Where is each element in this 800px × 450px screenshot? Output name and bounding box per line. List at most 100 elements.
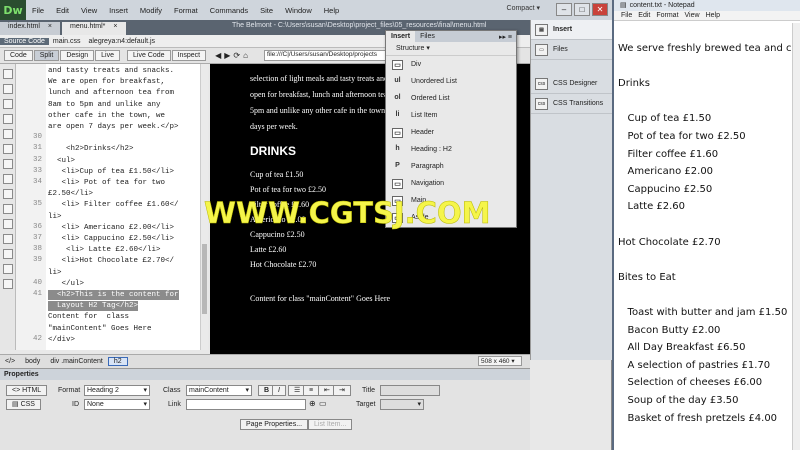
home-icon[interactable]: ⌂ xyxy=(243,51,248,60)
notepad-menu-help[interactable]: Help xyxy=(703,11,723,20)
window-size-select[interactable]: 508 x 460 ▾ xyxy=(478,356,522,366)
list-item-button[interactable]: List Item... xyxy=(308,419,353,430)
tag-code-toggle[interactable]: </> xyxy=(0,358,20,365)
dock-css-designer[interactable]: css CSS Designer xyxy=(531,74,612,94)
italic-button[interactable]: I xyxy=(272,385,286,396)
browse-folder-icon[interactable]: ▭ xyxy=(319,399,327,408)
notepad-menu-format[interactable]: Format xyxy=(653,11,681,20)
live-code-button[interactable]: Live Code xyxy=(127,50,171,61)
code-view-button[interactable]: Code xyxy=(4,50,33,61)
code-editor[interactable]: and tasty treats and snacks. We are open … xyxy=(46,64,208,350)
notepad-menu-view[interactable]: View xyxy=(682,11,703,20)
live-view-button[interactable]: Live xyxy=(95,50,120,61)
html-mode-button[interactable]: <> HTML xyxy=(6,385,48,396)
class-select[interactable]: mainContent ▾ xyxy=(186,385,252,396)
minimize-button[interactable]: – xyxy=(556,3,572,16)
insert-category-select[interactable]: Structure ▾ xyxy=(386,42,516,56)
insert-item-header[interactable]: ▭ Header xyxy=(386,124,516,141)
tab-files[interactable]: Files xyxy=(415,33,440,40)
split-view-button[interactable]: Split xyxy=(33,50,60,61)
insert-item-ordered-list[interactable]: ol Ordered List xyxy=(386,90,516,107)
menu-commands[interactable]: Commands xyxy=(204,6,254,15)
ordered-list-button[interactable]: ≡ xyxy=(303,385,320,396)
related-main-css[interactable]: main.css xyxy=(49,38,85,45)
inspect-button[interactable]: Inspect xyxy=(171,50,207,61)
wrap-tag-icon[interactable] xyxy=(3,219,13,229)
insert-item-div[interactable]: ▭ Div xyxy=(386,56,516,73)
insert-item-navigation[interactable]: ▭ Navigation xyxy=(386,175,516,192)
unordered-list-icon: ☰ xyxy=(294,387,301,394)
insert-item-heading-h2[interactable]: h Heading : H2 xyxy=(386,141,516,158)
tag-div-maincontent[interactable]: div .mainContent xyxy=(45,358,108,365)
menu-edit[interactable]: Edit xyxy=(50,6,75,15)
menu-file[interactable]: File xyxy=(26,6,50,15)
notepad-text-area[interactable]: We serve freshly brewed tea and co Drinks… xyxy=(618,23,794,443)
close-tab-icon[interactable]: × xyxy=(113,23,117,30)
dock-css-transitions[interactable]: css CSS Transitions xyxy=(531,94,612,114)
menu-view[interactable]: View xyxy=(75,6,103,15)
dock-files[interactable]: ▭ Files xyxy=(531,40,612,60)
code-line: Layout H2 Tag</h2> xyxy=(48,301,139,312)
notepad-line: A selection of pastries £1.70 xyxy=(618,359,771,371)
remove-comment-icon[interactable] xyxy=(3,204,13,214)
menu-modify[interactable]: Modify xyxy=(134,6,168,15)
indent-icon[interactable] xyxy=(3,264,13,274)
title-field[interactable] xyxy=(380,385,440,396)
expand-all-icon[interactable] xyxy=(3,99,13,109)
notepad-menu-file[interactable]: File xyxy=(618,11,635,20)
menu-window[interactable]: Window xyxy=(279,6,318,15)
scrollbar-thumb[interactable] xyxy=(202,244,207,314)
syntax-error-icon[interactable] xyxy=(3,174,13,184)
line-numbers-icon[interactable] xyxy=(3,144,13,154)
open-documents-icon[interactable] xyxy=(3,69,13,79)
menu-site[interactable]: Site xyxy=(254,6,279,15)
close-button[interactable]: ✕ xyxy=(592,3,608,16)
related-source-code[interactable]: Source Code xyxy=(0,37,49,45)
outdent-icon[interactable] xyxy=(3,279,13,289)
css-mode-button[interactable]: ▤ CSS xyxy=(6,399,41,410)
highlight-invalid-icon[interactable] xyxy=(3,159,13,169)
div-icon: ▭ xyxy=(392,59,403,70)
refresh-icon[interactable]: ⟳ xyxy=(233,51,240,60)
menu-format[interactable]: Format xyxy=(168,6,204,15)
page-properties-button[interactable]: Page Properties... xyxy=(240,419,309,430)
link-field[interactable] xyxy=(186,399,306,410)
css-designer-icon: css xyxy=(535,77,548,90)
id-select[interactable]: None ▾ xyxy=(84,399,150,410)
collapse-tag-icon[interactable] xyxy=(3,84,13,94)
design-paragraph-line: open for breakfast, lunch and afternoon … xyxy=(250,90,388,99)
insert-item-paragraph[interactable]: P Paragraph xyxy=(386,158,516,175)
back-arrow-icon[interactable]: ◀ xyxy=(215,51,221,60)
indent-button[interactable]: ⇥ xyxy=(333,385,351,396)
notepad-line: Bacon Butty £2.00 xyxy=(618,324,721,336)
close-tab-icon[interactable]: × xyxy=(48,23,52,30)
tab-index-html[interactable]: index.html × xyxy=(0,22,60,35)
panel-collapse-icon[interactable]: ▸▸ ≡ xyxy=(499,33,516,41)
tag-body[interactable]: body xyxy=(20,358,45,365)
menu-help[interactable]: Help xyxy=(318,6,345,15)
code-line: <h2>This is the content for xyxy=(48,290,179,300)
select-parent-tag-icon[interactable] xyxy=(3,114,13,124)
maximize-button[interactable]: □ xyxy=(574,3,590,16)
workspace-switcher[interactable]: Compact ▾ xyxy=(507,4,540,12)
menu-insert[interactable]: Insert xyxy=(103,6,134,15)
balance-braces-icon[interactable] xyxy=(3,129,13,139)
tag-h2[interactable]: h2 xyxy=(107,357,128,366)
design-view-button[interactable]: Design xyxy=(60,50,95,61)
tab-insert[interactable]: Insert xyxy=(386,31,416,42)
notepad-menu-edit[interactable]: Edit xyxy=(635,11,653,20)
apply-comment-icon[interactable] xyxy=(3,189,13,199)
target-select[interactable]: ▾ xyxy=(380,399,424,410)
dock-insert[interactable]: ▤ Insert xyxy=(531,20,612,40)
line-number: 33 xyxy=(32,166,42,175)
format-select[interactable]: Heading 2 ▾ xyxy=(84,385,150,396)
insert-item-unordered-list[interactable]: ul Unordered List xyxy=(386,73,516,90)
insert-item-list-item[interactable]: li List Item xyxy=(386,107,516,124)
notepad-scrollbar[interactable] xyxy=(792,23,800,450)
recent-snippets-icon[interactable] xyxy=(3,234,13,244)
related-js[interactable]: alegreya:n4:default.js xyxy=(84,38,159,45)
tab-menu-html[interactable]: menu.html* × xyxy=(62,22,126,35)
move-css-icon[interactable] xyxy=(3,249,13,259)
forward-arrow-icon[interactable]: ▶ xyxy=(224,51,230,60)
point-to-file-icon[interactable]: ⊕ xyxy=(309,399,316,408)
